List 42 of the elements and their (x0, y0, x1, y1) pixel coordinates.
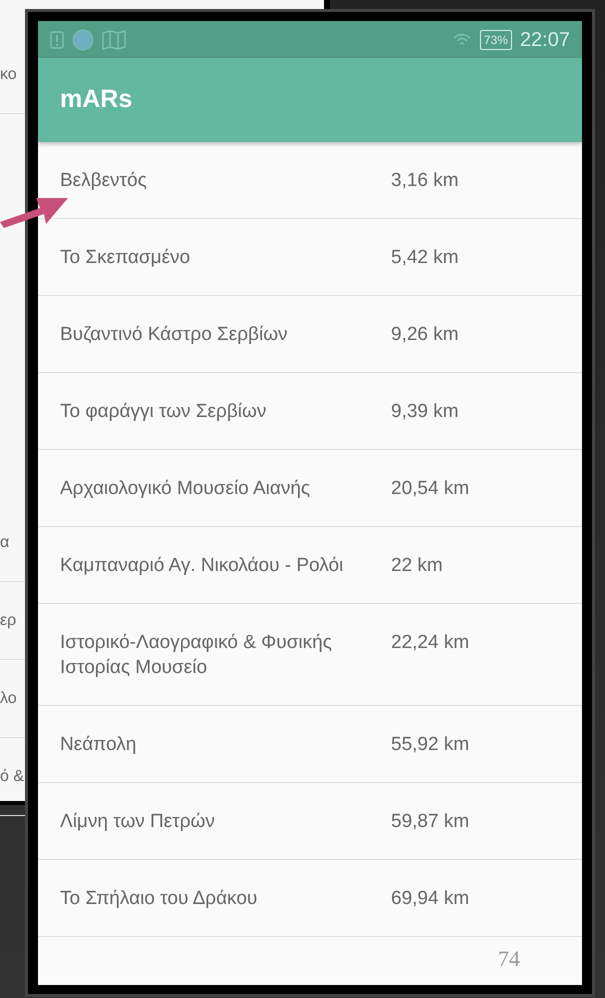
text-fragment: κο (0, 64, 17, 84)
place-name: Νεάπολη (60, 733, 138, 757)
clock: 22:07 (520, 28, 570, 52)
list-item[interactable]: Το φαράγγι των Σερβίων 9,39 km (38, 373, 582, 450)
distance: 9,39 km (391, 400, 459, 424)
distance: 5,42 km (391, 246, 459, 270)
text-fragment: ερ (0, 610, 16, 630)
list-item[interactable]: Βυζαντινό Κάστρο Σερβίων 9,26 km (38, 296, 582, 373)
page-number: 74 (498, 945, 520, 973)
list-item[interactable]: Αρχαιολογικό Μουσείο Αιανής 20,54 km (38, 450, 582, 527)
place-name: Το Σκεπασμένο (60, 246, 192, 270)
distance: 55,92 km (391, 733, 470, 757)
place-name: Το φαράγγι των Σερβίων (60, 400, 268, 424)
list-item[interactable]: Το Σκεπασμένο 5,42 km (38, 219, 582, 296)
text-fragment: ό & (0, 766, 24, 786)
arrow-icon (0, 198, 68, 228)
place-name: Βελβεντός (60, 169, 148, 193)
place-name: Αρχαιολογικό Μουσείο Αιανής (60, 477, 312, 501)
distance: 22,24 km (391, 631, 470, 655)
text-fragment: λο (0, 688, 17, 708)
list-item[interactable]: Νεάπολη 55,92 km (38, 706, 582, 783)
list-item[interactable]: Καμπαναριό Αγ. Νικολάου - Ρολόι 22 km (38, 527, 582, 604)
map-icon (102, 30, 126, 50)
place-name: Λίμνη των Πετρών (60, 810, 216, 834)
distance: 22 km (391, 554, 443, 578)
place-name: Καμπαναριό Αγ. Νικολάου - Ρολόι (60, 554, 344, 578)
notification-icon (50, 30, 64, 48)
distance: 69,94 km (391, 887, 470, 911)
wifi-icon (452, 32, 472, 48)
battery-indicator: 73% (480, 30, 512, 50)
app-title: mARs (60, 84, 132, 116)
distance: 9,26 km (391, 323, 459, 347)
list-item[interactable]: Το Σπήλαιο του Δράκου 69,94 km (38, 860, 582, 937)
place-name: Το Σπήλαιο του Δράκου (60, 887, 258, 911)
distance: 3,16 km (391, 169, 459, 193)
distance: 59,87 km (391, 810, 470, 834)
place-name: Βυζαντινό Κάστρο Σερβίων (60, 323, 289, 347)
list-item[interactable]: Λίμνη των Πετρών 59,87 km (38, 783, 582, 860)
text-fragment: α (0, 532, 10, 552)
list-item[interactable]: Ιστορικό-Λαογραφικό & Φυσικής Ιστορίας Μουσείο 22,24 km (38, 604, 582, 706)
place-name: Ιστορικό-Λαογραφικό & Φυσικής Ιστορίας Μουσείο (60, 631, 333, 680)
distance: 20,54 km (391, 477, 470, 501)
